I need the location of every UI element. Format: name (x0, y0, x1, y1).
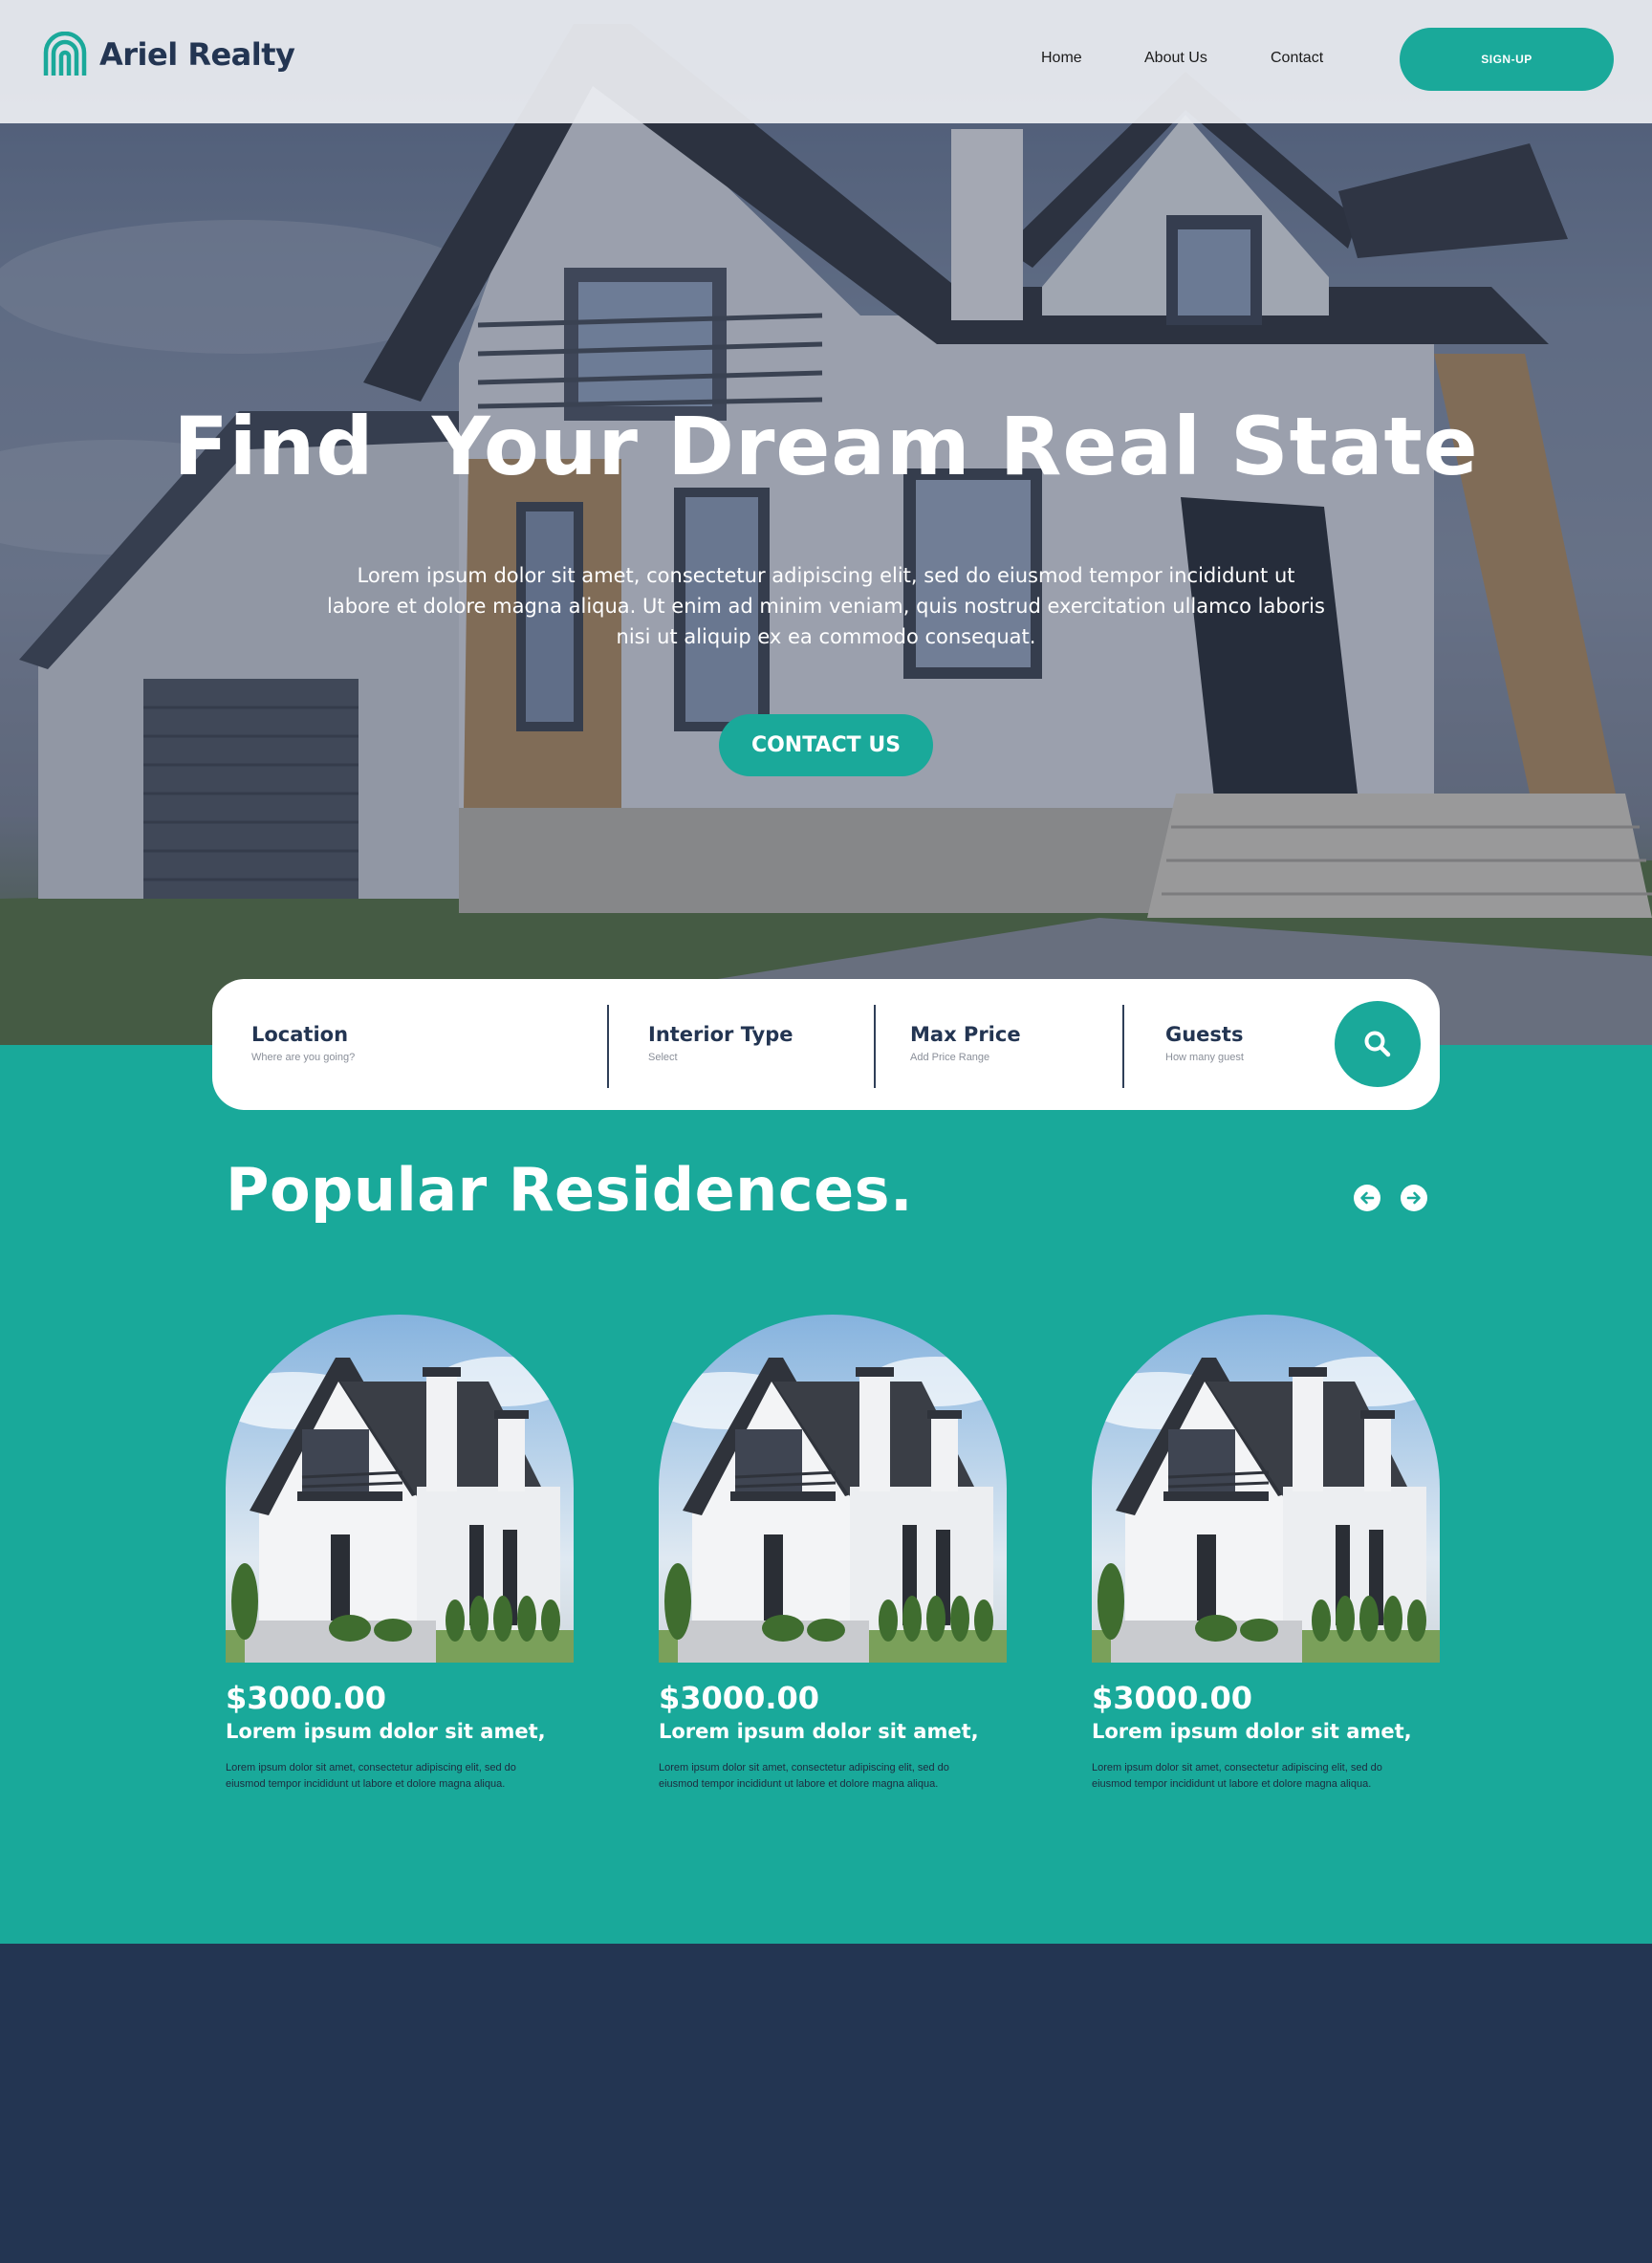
guests-hint: How many guest (1165, 1052, 1244, 1063)
residence-card[interactable]: $3000.00 Lorem ipsum dolor sit amet, Lor… (1092, 1315, 1440, 1793)
nav-contact[interactable]: Contact (1271, 50, 1323, 67)
search-icon (1364, 1031, 1391, 1057)
contact-us-button[interactable]: CONTACT US (719, 714, 933, 776)
arrow-right-circle-icon (1406, 1191, 1421, 1205)
arrow-left-circle-icon (1360, 1191, 1375, 1205)
next-arrow-button[interactable] (1401, 1185, 1427, 1211)
residence-price: $3000.00 (659, 1680, 820, 1716)
residence-image (1092, 1315, 1440, 1663)
search-divider (1122, 1005, 1124, 1088)
brand-name: Ariel Realty (99, 36, 295, 73)
residence-price: $3000.00 (1092, 1680, 1253, 1716)
guests-label: Guests (1165, 1023, 1244, 1046)
residence-card[interactable]: $3000.00 Lorem ipsum dolor sit amet, Lor… (659, 1315, 1007, 1793)
site-header: Ariel Realty Home About Us Contact SIGN-… (0, 0, 1652, 123)
max-price-label: Max Price (910, 1023, 1021, 1046)
location-label: Location (251, 1023, 349, 1046)
residence-title: Lorem ipsum dolor sit amet, (1092, 1720, 1412, 1743)
residence-card[interactable]: $3000.00 Lorem ipsum dolor sit amet, Lor… (226, 1315, 574, 1793)
prev-arrow-button[interactable] (1354, 1185, 1380, 1211)
nav-home[interactable]: Home (1041, 50, 1082, 67)
location-hint: Where are you going? (251, 1052, 356, 1063)
search-bar: Location Where are you going? Interior T… (212, 979, 1440, 1110)
section-title: Popular Residences. (226, 1155, 914, 1225)
interior-type-field[interactable]: Interior Type Select (648, 1023, 793, 1063)
residence-title: Lorem ipsum dolor sit amet, (659, 1720, 979, 1743)
sign-up-button[interactable]: SIGN-UP (1400, 28, 1614, 91)
search-button[interactable] (1335, 1001, 1421, 1087)
hero-subtitle: Lorem ipsum dolor sit amet, consectetur … (327, 564, 1325, 648)
nav-about-us[interactable]: About Us (1144, 50, 1207, 67)
interior-type-label: Interior Type (648, 1023, 793, 1046)
search-divider (607, 1005, 609, 1088)
max-price-hint: Add Price Range (910, 1052, 990, 1063)
guests-field[interactable]: Guests How many guest (1165, 1023, 1244, 1063)
hero-overlay (0, 0, 1652, 1045)
hero-title: Find Your Dream Real State (173, 400, 1479, 493)
search-divider (874, 1005, 876, 1088)
location-field[interactable]: Location Where are you going? (251, 1023, 355, 1063)
residence-description: Lorem ipsum dolor sit amet, consectetur … (1092, 1762, 1382, 1790)
hero-section: Find Your Dream Real State Lorem ipsum d… (0, 0, 1652, 1045)
residence-title: Lorem ipsum dolor sit amet, (226, 1720, 546, 1743)
residence-image (226, 1315, 574, 1663)
residence-image (659, 1315, 1007, 1663)
max-price-field[interactable]: Max Price Add Price Range (910, 1023, 1021, 1063)
arch-logo-icon (43, 32, 87, 76)
logo[interactable]: Ariel Realty (42, 32, 295, 77)
interior-type-hint: Select (648, 1052, 678, 1063)
footer (0, 1944, 1652, 2263)
residence-description: Lorem ipsum dolor sit amet, consectetur … (659, 1762, 949, 1790)
residence-price: $3000.00 (226, 1680, 387, 1716)
residence-description: Lorem ipsum dolor sit amet, consectetur … (226, 1762, 516, 1790)
